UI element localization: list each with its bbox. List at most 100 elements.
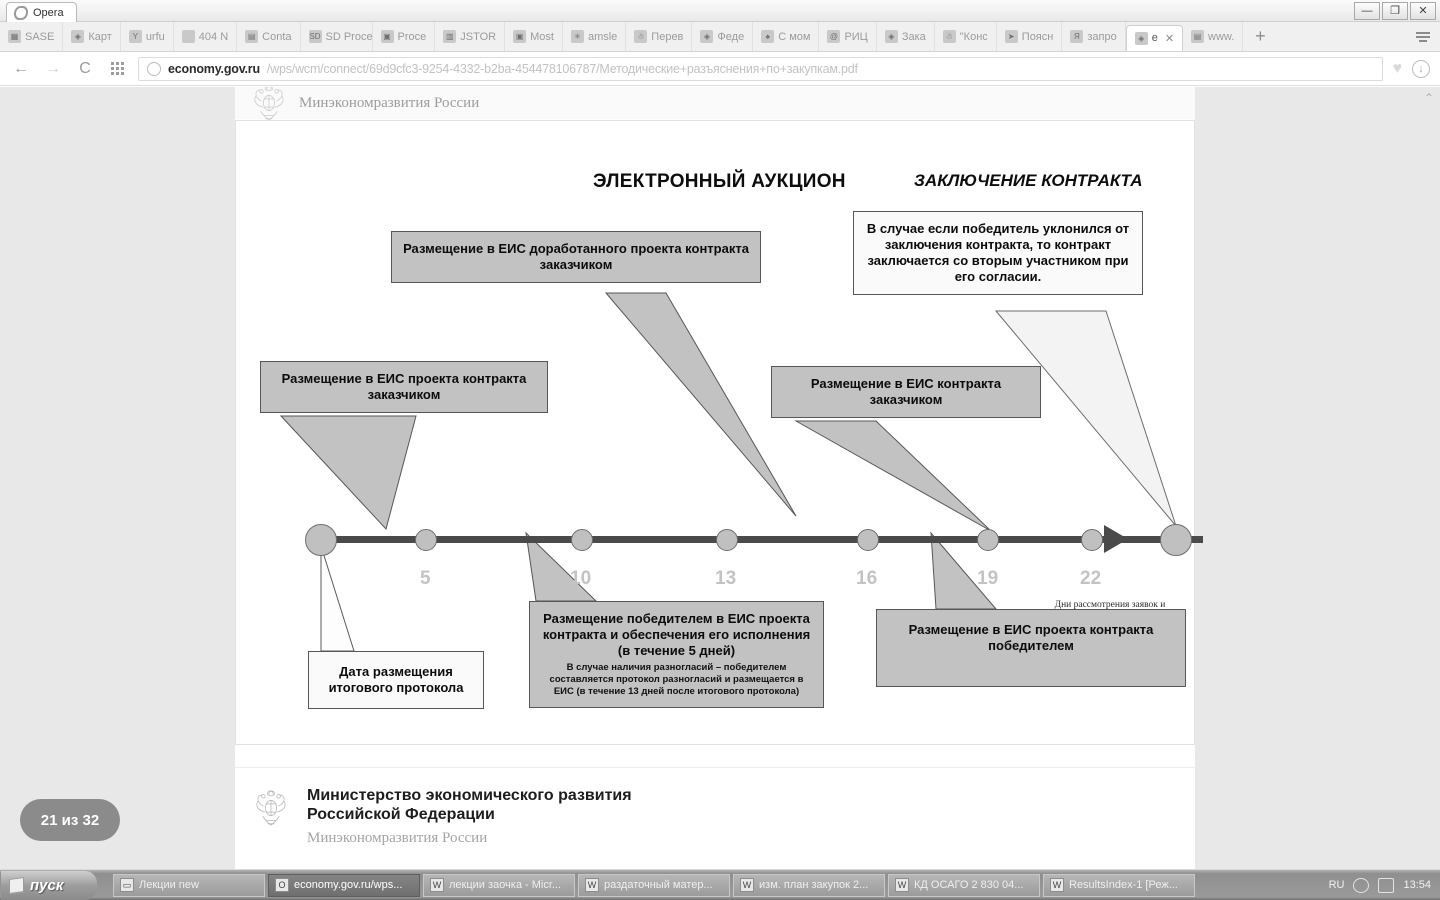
word-icon: W — [1050, 878, 1064, 892]
callout-project-contract-customer[interactable]: Размещение в ЕИС проекта контракта заказ… — [260, 361, 548, 413]
active-browser-tab[interactable]: ◈ е ✕ — [1125, 25, 1184, 51]
timeline-node-10[interactable] — [571, 529, 593, 551]
taskbar-button-label: economy.gov.ru/wps... — [294, 879, 403, 891]
pdf-viewport[interactable]: ⌃ 21 из 32 Минэкономразвития России ЭЛЕК… — [0, 87, 1440, 869]
taskbar-button-label: раздаточный матер... — [604, 879, 713, 891]
callout-winner-project-contract[interactable]: Размещение в ЕИС проекта контракта побед… — [876, 609, 1186, 687]
page-icon: ▤ — [245, 30, 259, 43]
diagram-canvas: ЭЛЕКТРОННЫЙ АУКЦИОН ЗАКЛЮЧЕНИЕ КОНТРАКТА — [235, 120, 1203, 745]
close-icon[interactable]: ✕ — [1165, 32, 1174, 45]
address-bar[interactable]: economy.gov.ru/wps/wcm/connect/69d9cfc3-… — [138, 56, 1383, 81]
bookmark-item[interactable]: ☃ Перев — [626, 22, 693, 51]
bookmark-item-label: Перев — [651, 30, 684, 43]
bookmark-item[interactable]: ➤ Поясн — [997, 22, 1063, 51]
taskbar-button[interactable]: ▭ Лекции new — [113, 873, 265, 897]
timeline-node-16[interactable] — [857, 529, 879, 551]
bookmark-item[interactable]: ✳ amsle — [563, 22, 627, 51]
bookmark-item-label: Conta — [262, 30, 292, 43]
timeline-node-19[interactable] — [977, 529, 999, 551]
taskbar-button[interactable]: Wраздаточный матер... — [578, 873, 730, 897]
download-icon[interactable]: ↓ — [1412, 59, 1430, 78]
bookmark-item[interactable]: ◈ Феде — [692, 22, 754, 51]
bookmark-item-label: amsle — [587, 30, 618, 43]
callout-winner-project-security-subtitle: В случае наличия разногласий – победител… — [549, 662, 804, 697]
callout-contract-customer-text: Размещение в ЕИС контракта заказчиком — [771, 366, 1041, 418]
tab-menu-icon[interactable] — [1412, 26, 1434, 48]
bookmark-item[interactable]: ♠ С мом — [753, 22, 820, 51]
taskbar-button[interactable]: W КД ОСАГО 2 830 04... — [888, 873, 1040, 897]
page-indicator-badge: 21 из 32 — [20, 799, 120, 841]
opera-window-tab-label: Opera — [33, 7, 64, 19]
callout-final-protocol-date-text: Дата размещения итогового протокола — [308, 651, 484, 709]
timeline-node-22[interactable] — [1081, 529, 1103, 551]
volume-icon[interactable] — [1353, 877, 1370, 893]
start-button[interactable]: пуск — [1, 870, 97, 900]
timeline-node-13[interactable] — [716, 529, 738, 551]
bookmark-item-label: Most — [530, 30, 554, 43]
eagle-icon: ◈ — [700, 30, 714, 43]
opera-window-tab[interactable]: Opera — [6, 2, 77, 22]
close-button[interactable]: ✕ — [1410, 2, 1436, 20]
url-path: /wps/wcm/connect/69d9cfc3-9254-4332-b2ba… — [266, 61, 858, 76]
opera-icon: O — [275, 878, 289, 892]
bookmark-item[interactable]: ◈ Зака — [877, 22, 935, 51]
timeline-node-start[interactable] — [305, 524, 337, 556]
callout-winner-project-security[interactable]: Размещение победителем в ЕИС проекта кон… — [529, 601, 824, 708]
timeline-label-5: 5 — [420, 568, 431, 589]
grid-icon: ▦ — [8, 30, 21, 43]
bookmark-heart-icon[interactable]: ♥ — [1393, 60, 1403, 78]
system-tray: RU 13:54 — [1329, 877, 1440, 893]
back-button[interactable]: ← — [10, 58, 32, 80]
timeline-node-end[interactable] — [1160, 524, 1192, 556]
timeline-label-16: 16 — [856, 568, 878, 589]
taskbar-button[interactable]: Wизм. план закупок 2... — [733, 873, 885, 897]
timeline-node-5[interactable] — [415, 529, 437, 551]
bookmark-item-label: SASE — [25, 30, 55, 43]
bookmark-item[interactable]: ▣ Most — [505, 22, 563, 51]
taskbar-button[interactable]: Wлекции заочка - Micr... — [423, 873, 575, 897]
callout-winner-evaded[interactable]: В случае если победитель уклонился от за… — [853, 211, 1143, 295]
taskbar-clock[interactable]: 13:54 — [1403, 879, 1431, 891]
bookmark-item[interactable]: ▥ JSTOR — [435, 22, 506, 51]
bookmark-item[interactable]: ◈ Карт — [63, 22, 121, 51]
scroll-up-icon[interactable]: ⌃ — [1424, 91, 1434, 105]
bookmark-item[interactable]: ▤ Conta — [237, 22, 301, 51]
pdf-page: Минэкономразвития России ЭЛЕКТРОННЫЙ АУК… — [235, 87, 1203, 869]
word-icon: W — [430, 878, 444, 892]
bookmark-item[interactable]: @ РИЦ — [819, 22, 877, 51]
reload-button[interactable]: C — [74, 58, 96, 80]
forward-button[interactable]: → — [42, 58, 64, 80]
callout-revised-project-customer[interactable]: Размещение в ЕИС доработанного проекта к… — [391, 231, 761, 283]
apps-grid-icon[interactable] — [106, 58, 128, 80]
slide-header-ministry-short: Минэкономразвития России — [299, 94, 480, 111]
bookmark-item[interactable]: 404 N — [174, 22, 238, 51]
bookmark-item[interactable]: Yurfu — [121, 22, 174, 51]
snowflake-icon: ✳ — [570, 30, 584, 43]
language-indicator[interactable]: RU — [1329, 879, 1345, 891]
footer-coat-of-arms-icon — [256, 790, 286, 826]
callout-final-protocol-date[interactable]: Дата размещения итогового протокола — [308, 651, 484, 709]
bookmark-item[interactable]: ☃ "Конс — [935, 22, 997, 51]
browser-tab[interactable]: ▤ www. — [1183, 22, 1244, 51]
start-button-label: пуск — [30, 876, 64, 894]
callout-contract-customer[interactable]: Размещение в ЕИС контракта заказчиком — [771, 366, 1041, 418]
bookmark-item-label: urfu — [145, 30, 165, 43]
word-icon: W — [895, 878, 909, 892]
word-icon: W — [740, 878, 754, 892]
network-icon[interactable] — [1378, 877, 1395, 893]
bookmark-item[interactable]: ▣ Proce — [373, 22, 436, 51]
taskbar-button[interactable]: Oeconomy.gov.ru/wps... — [268, 873, 420, 897]
window-controls: — ❐ ✕ — [1354, 2, 1436, 20]
bookmark-item-label: "Конс — [959, 30, 988, 43]
taskbar-button-label: ResultsIndex-1 [Реж... — [1069, 879, 1178, 891]
bookmark-item[interactable]: SD SD Proce — [301, 22, 373, 51]
new-tab-button[interactable]: + — [1243, 22, 1277, 51]
timeline-arrowhead — [1104, 525, 1128, 553]
bookmark-item[interactable]: Язапро — [1062, 22, 1126, 51]
maximize-button[interactable]: ❐ — [1382, 2, 1408, 20]
minimize-button[interactable]: — — [1354, 2, 1380, 20]
bookmark-item[interactable]: ▦ SASE — [0, 22, 64, 51]
browser-window: Opera — ❐ ✕ ▦ SASE ◈ Карт Yurfu 404 N ▤ Conta SD… — [0, 0, 1440, 900]
taskbar-button[interactable]: W ResultsIndex-1 [Реж... — [1043, 873, 1195, 897]
url-toolbar: ← → C economy.gov.ru/wps/wcm/connect/69d… — [0, 52, 1440, 86]
